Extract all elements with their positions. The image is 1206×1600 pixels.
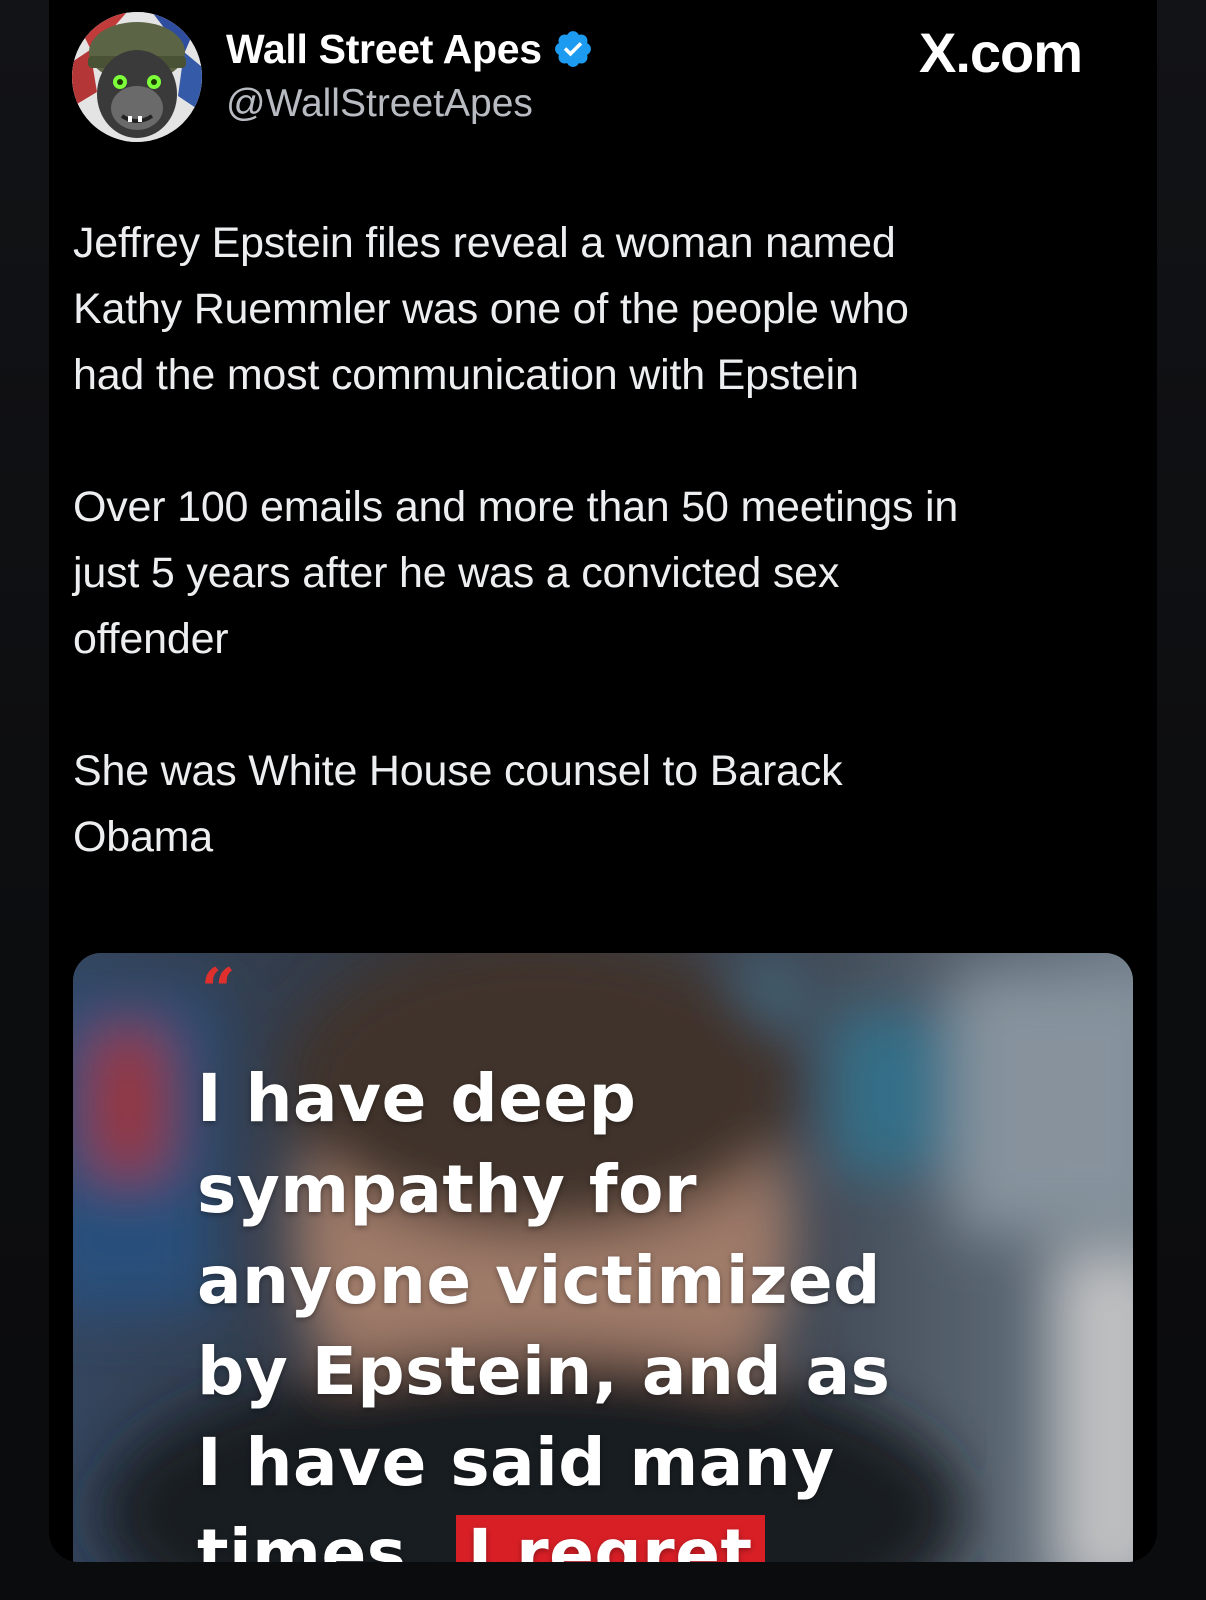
gorilla-avatar-icon [72,12,202,142]
post-media-video[interactable]: “ I have deep sympathy for anyone victim… [73,953,1133,1562]
caption-line: sympathy for [197,1151,698,1228]
caption-line: by Epstein, and as [197,1333,891,1410]
post-line: Obama [73,813,214,861]
post-paragraph: She was White House counsel to Barack Ob… [73,738,1133,870]
brand-text: X.com [919,20,1083,84]
author-handle[interactable]: @WallStreetApes [226,82,533,126]
caption-line: I have said many [197,1424,835,1501]
caption-line: I have deep [197,1060,637,1137]
caption-highlight: I regret [455,1515,765,1562]
author-avatar[interactable] [72,12,202,142]
post-card[interactable]: Wall Street Apes @WallStreetApes X.com J… [49,0,1157,1562]
post-line: had the most communication with Epstein [73,351,859,399]
post-line: Kathy Ruemmler was one of the people who [73,285,909,333]
quote-mark-icon: “ [201,956,236,1026]
post-line: She was White House counsel to Barack [73,747,843,795]
post-line: Jeffrey Epstein files reveal a woman nam… [73,219,896,267]
post-paragraph: Over 100 emails and more than 50 meeting… [73,474,1133,672]
verified-badge-icon [552,28,594,70]
caption-text: times. [197,1515,433,1562]
author-display-name[interactable]: Wall Street Apes [226,26,542,73]
post-line: just 5 years after he was a convicted se… [73,549,840,597]
video-caption: I have deep sympathy for anyone victimiz… [197,1053,1097,1562]
caption-line-last: times. I regret [197,1508,1097,1562]
caption-line: anyone victimized [197,1242,881,1319]
brand-label: X.com [919,20,1083,84]
post-body: Jeffrey Epstein files reveal a woman nam… [73,210,1133,870]
author-name-row[interactable]: Wall Street Apes [226,24,594,74]
post-paragraph: Jeffrey Epstein files reveal a woman nam… [73,210,1133,408]
post-line: offender [73,615,229,663]
post-header: Wall Street Apes @WallStreetApes X.com [49,0,1157,142]
post-line: Over 100 emails and more than 50 meeting… [73,483,959,531]
